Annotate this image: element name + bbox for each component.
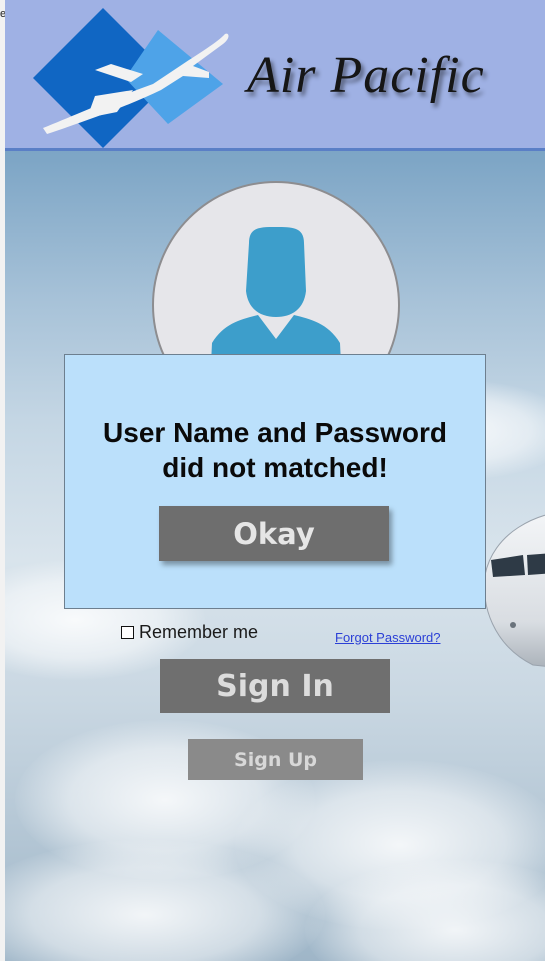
brand-name: Air Pacific xyxy=(247,47,485,104)
remember-me-checkbox[interactable] xyxy=(121,626,134,639)
sign-up-button[interactable]: Sign Up xyxy=(188,739,363,780)
airplane-diamond-logo-icon xyxy=(33,8,229,148)
remember-me-row: Remember me xyxy=(121,622,258,643)
error-message: User Name and Password did not matched! xyxy=(103,417,447,483)
app-header: Air Pacific xyxy=(5,0,545,151)
screen: e Air Pacific Remember me Forgot Passwor… xyxy=(0,0,545,961)
login-window: Air Pacific Remember me Forgot Password?… xyxy=(5,0,545,961)
sign-in-button[interactable]: Sign In xyxy=(160,659,390,713)
remember-me-label: Remember me xyxy=(139,622,259,642)
forgot-password-link[interactable]: Forgot Password? xyxy=(335,630,441,645)
error-dialog: User Name and Password did not matched! … xyxy=(64,354,486,609)
okay-button[interactable]: Okay xyxy=(159,506,389,561)
